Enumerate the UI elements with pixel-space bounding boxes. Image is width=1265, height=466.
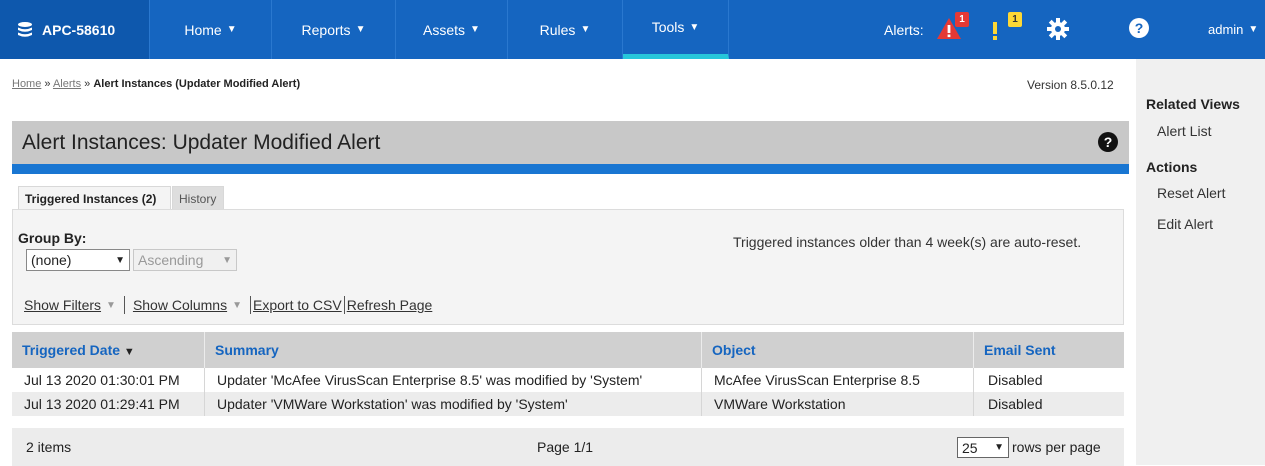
rows-per-page-value: 25 — [962, 439, 978, 456]
divider — [123, 296, 125, 314]
caret-down-icon: ▼ — [580, 24, 591, 35]
group-by-select[interactable]: (none) ▼ — [26, 249, 130, 271]
related-views-heading: Related Views — [1146, 96, 1240, 112]
divider — [343, 296, 345, 314]
group-by-value: (none) — [31, 252, 72, 268]
caret-down-icon: ▼ — [232, 299, 242, 311]
breadcrumb-alerts-link[interactable]: Alerts — [53, 78, 81, 90]
breadcrumb-separator: » — [81, 78, 94, 90]
table-header: Triggered Date ▼ Summary Object Email Se… — [12, 332, 1124, 368]
caret-down-icon: ▼ — [106, 299, 116, 311]
nav-assets[interactable]: Assets ▼ — [396, 0, 508, 59]
warning-alerts-badge: 1 — [1008, 12, 1022, 27]
refresh-page-link[interactable]: Refresh Page — [347, 297, 433, 313]
column-header-email-sent[interactable]: Email Sent — [974, 332, 1124, 368]
version-label: Version 8.5.0.12 — [1027, 78, 1114, 92]
items-count: 2 items — [26, 439, 72, 455]
critical-alerts-badge: 1 — [955, 12, 969, 27]
nav-assets-label: Assets — [423, 21, 466, 38]
brand-label: APC-58610 — [42, 21, 116, 38]
table-row[interactable]: Jul 13 2020 01:29:41 PM Updater 'VMWare … — [12, 392, 1124, 416]
caret-down-icon: ▼ — [226, 24, 237, 35]
column-header-label: Triggered Date — [22, 342, 121, 358]
alert-list-link[interactable]: Alert List — [1157, 123, 1211, 139]
chevron-down-icon: ▼ — [115, 254, 125, 266]
chevron-down-icon: ▼ — [994, 442, 1004, 453]
alerts-label: Alerts: — [884, 21, 924, 38]
sort-order-value: Ascending — [138, 252, 204, 268]
breadcrumb-current: Alert Instances (Updater Modified Alert) — [93, 78, 301, 90]
page-title: Alert Instances: Updater Modified Alert — [22, 131, 381, 154]
critical-alerts-button[interactable]: 1 — [935, 12, 969, 44]
breadcrumb-separator: » — [41, 78, 53, 90]
caret-down-icon: ▼ — [1248, 24, 1259, 35]
breadcrumb: Home » Alerts » Alert Instances (Updater… — [12, 78, 300, 90]
user-menu[interactable]: admin ▼ — [1208, 0, 1258, 59]
group-by-label: Group By: — [18, 230, 87, 246]
help-icon[interactable]: ? — [1128, 17, 1150, 39]
help-icon[interactable]: ? — [1097, 131, 1119, 153]
chevron-down-icon: ▼ — [222, 254, 232, 266]
actions-links-row: Show Filters ▼ Show Columns ▼ Export to CS… — [24, 296, 432, 314]
edit-alert-link[interactable]: Edit Alert — [1157, 216, 1213, 232]
breadcrumb-home-link[interactable]: Home — [12, 78, 41, 90]
rows-per-page-select[interactable]: 25 ▼ — [957, 437, 1009, 458]
cell-triggered-date: Jul 13 2020 01:29:41 PM — [12, 392, 205, 416]
tab-triggered-instances[interactable]: Triggered Instances (2) — [18, 186, 171, 210]
cell-email-sent: Disabled — [988, 372, 1043, 388]
gear-icon[interactable] — [1046, 17, 1070, 41]
tab-history[interactable]: History — [172, 186, 224, 210]
table-row[interactable]: Jul 13 2020 01:30:01 PM Updater 'McAfee … — [12, 368, 1124, 392]
cell-object: McAfee VirusScan Enterprise 8.5 — [702, 368, 974, 392]
auto-reset-note: Triggered instances older than 4 week(s)… — [733, 234, 1082, 250]
rows-per-page-label: rows per page — [1012, 439, 1101, 455]
side-panel: Related Views Alert List Actions Reset A… — [1136, 59, 1265, 465]
cell-object: VMWare Workstation — [702, 392, 974, 416]
nav-tools-label: Tools — [651, 19, 685, 35]
cell-triggered-date: Jul 13 2020 01:30:01 PM — [12, 368, 205, 392]
caret-down-icon: ▼ — [355, 24, 366, 35]
caret-down-icon: ▼ — [470, 24, 480, 35]
cell-summary: Updater 'McAfee VirusScan Enterprise 8.5… — [205, 368, 702, 392]
column-header-summary[interactable]: Summary — [205, 332, 702, 368]
nav-rules-label: Rules — [539, 21, 576, 38]
show-filters-link[interactable]: Show Filters — [24, 297, 101, 313]
svg-text:?: ? — [1135, 20, 1144, 36]
sort-desc-icon: ▼ — [123, 346, 135, 358]
user-name: admin — [1208, 22, 1244, 37]
nav-reports-label: Reports — [301, 21, 351, 38]
table-footer: 2 items Page 1/1 25 ▼ rows per page — [12, 428, 1124, 466]
column-header-object[interactable]: Object — [702, 332, 974, 368]
database-icon — [18, 21, 32, 37]
svg-text:?: ? — [1104, 134, 1113, 150]
cell-email-sent: Disabled — [988, 396, 1043, 412]
page-info: Page 1/1 — [537, 439, 594, 455]
reset-alert-link[interactable]: Reset Alert — [1157, 185, 1225, 201]
caret-down-icon: ▼ — [689, 21, 700, 33]
nav-tools[interactable]: Tools ▼ — [623, 0, 729, 59]
nav-home-label: Home — [184, 21, 222, 38]
divider — [250, 296, 251, 314]
top-nav-bar: APC-58610 Home ▼ Reports ▼ Assets ▼ Rules ▼ … — [0, 0, 1265, 59]
show-columns-link[interactable]: Show Columns — [133, 297, 227, 313]
nav-home[interactable]: Home ▼ — [150, 0, 272, 59]
nav-reports[interactable]: Reports ▼ — [272, 0, 396, 59]
nav-rules[interactable]: Rules ▼ — [508, 0, 623, 59]
header-accent-strip — [12, 164, 1129, 174]
export-csv-link[interactable]: Export to CSV — [253, 297, 342, 313]
brand-home-link[interactable]: APC-58610 — [0, 0, 150, 59]
page-header: Alert Instances: Updater Modified Alert … — [12, 121, 1129, 164]
warning-alerts-button[interactable]: 1 — [988, 12, 1022, 44]
cell-summary: Updater 'VMWare Workstation' was modifie… — [205, 392, 702, 416]
sort-order-select[interactable]: Ascending ▼ — [133, 249, 237, 271]
column-header-triggered-date[interactable]: Triggered Date ▼ — [12, 332, 205, 368]
actions-heading: Actions — [1146, 159, 1198, 175]
